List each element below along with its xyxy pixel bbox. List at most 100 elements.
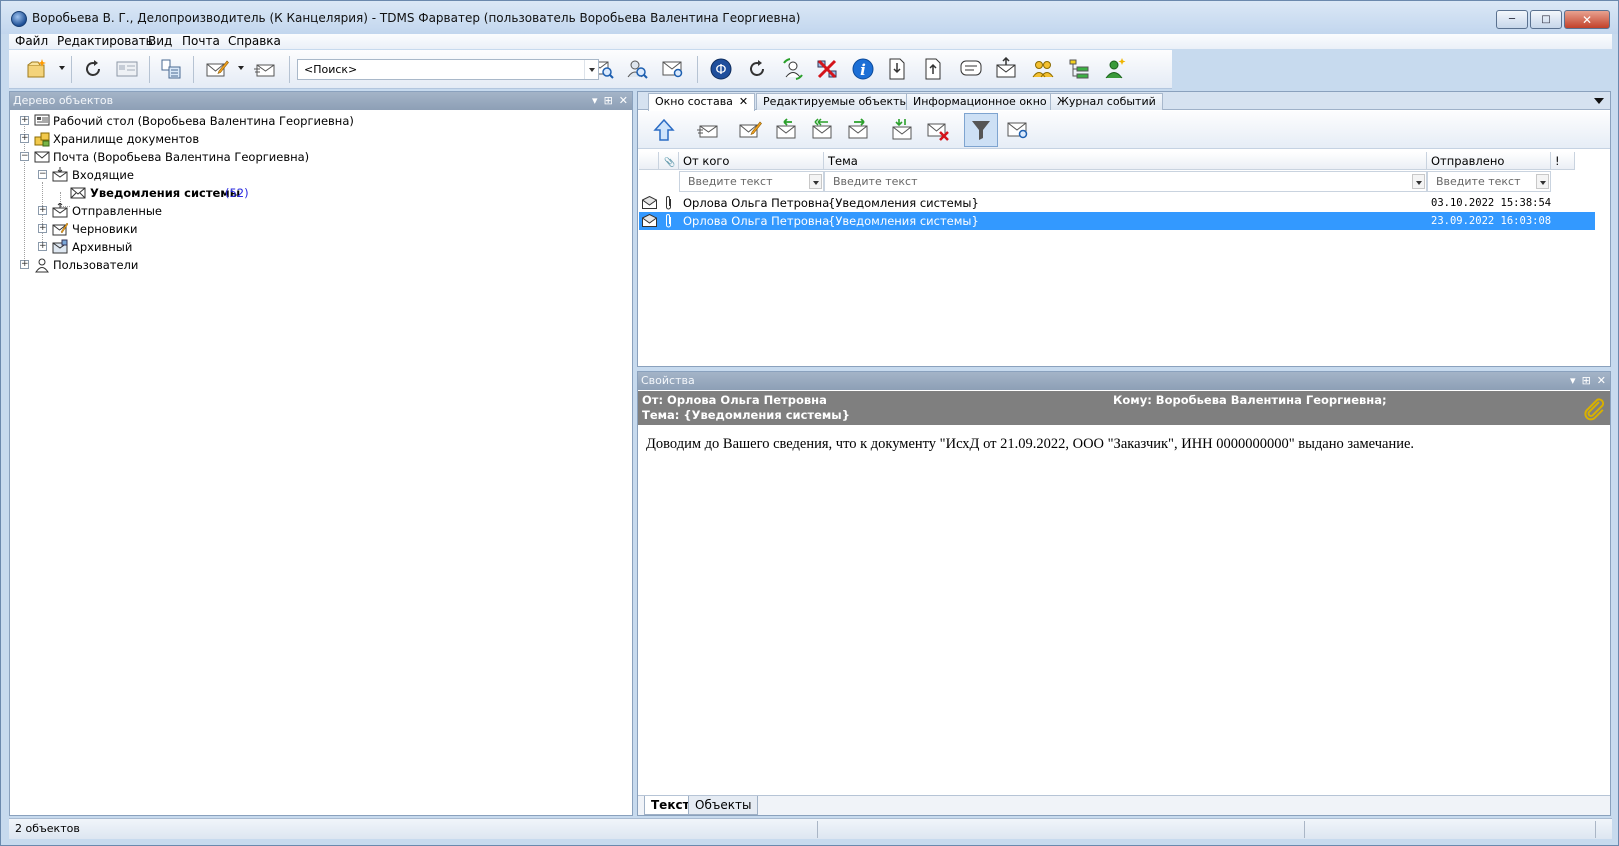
tab-info-window[interactable]: Информационное окно [906,93,1054,110]
close-window-button[interactable]: ✕ [1564,10,1610,29]
column-header-priority[interactable]: ! [1551,152,1575,170]
expand-icon[interactable]: + [38,242,47,251]
tree-item-sent[interactable]: + Отправленные [10,202,610,220]
message-subject: Тема: {Уведомления системы} [642,408,850,422]
column-header-attach[interactable]: 📎 [659,152,679,170]
comment-icon[interactable] [959,57,983,81]
row-subject: {Уведомления системы} [828,196,979,210]
expand-icon[interactable]: + [20,116,29,125]
column-header-from[interactable]: От кого [679,152,824,170]
reply-all-icon[interactable] [810,118,834,142]
mail-filter-icon[interactable] [661,57,685,81]
expand-icon[interactable]: + [20,134,29,143]
compose-icon[interactable] [738,118,762,142]
column-header-icon[interactable] [639,152,659,170]
hierarchy-icon[interactable] [1067,57,1091,81]
compose-mail-icon[interactable] [205,57,229,81]
panel-close-icon[interactable]: ✕ [1597,372,1606,390]
tabs-menu-icon[interactable] [1594,98,1604,104]
mark-read-icon[interactable] [890,118,914,142]
pin-icon[interactable]: ⊞ [1582,372,1591,390]
document-in-icon[interactable] [885,57,909,81]
tab-event-log[interactable]: Журнал событий [1050,93,1163,110]
tab-composition[interactable]: Окно состава ✕ [648,93,756,111]
expand-icon[interactable]: + [38,224,47,233]
tree-item-drafts[interactable]: + Черновики [10,220,610,238]
column-header-sent[interactable]: Отправлено [1427,152,1551,170]
sync-users-icon[interactable] [781,57,805,81]
mail-out-icon[interactable] [995,57,1019,81]
message-body: Доводим до Вашего сведения, что к докуме… [646,436,1415,452]
tree-item-storage[interactable]: + Хранилище документов [10,130,610,148]
column-header-subject[interactable]: Тема [824,152,1427,170]
tree-item-system-notifications[interactable]: Уведомления системы (52) [10,184,610,202]
tree-item-desktop[interactable]: + Рабочий стол (Воробьева Валентина Геор… [10,112,610,130]
filter-sent-input[interactable]: Введите текст [1427,171,1551,192]
new-object-icon[interactable] [25,57,49,81]
table-row-selected[interactable]: Орлова Ольга Петровна {Уведомления систе… [639,212,1595,230]
row-sent: 03.10.2022 15:38:54 [1431,197,1552,209]
user-add-icon[interactable] [1103,57,1127,81]
filter-dropdown-icon[interactable] [809,174,822,189]
menu-edit[interactable]: Редактировать [57,34,153,49]
tree-item-users[interactable]: + Пользователи [10,256,610,274]
farvater-logo-icon[interactable]: Ф [709,57,733,81]
search-dropdown-icon[interactable] [584,60,598,79]
send-mail-icon[interactable] [253,57,277,81]
pin-icon[interactable]: ⊞ [604,92,613,110]
table-row[interactable]: Орлова Ольга Петровна {Уведомления систе… [639,194,1595,212]
desktop-icon [34,114,50,126]
menu-help[interactable]: Справка [228,34,281,49]
minimize-button[interactable]: ─ [1496,10,1528,29]
object-structure-icon[interactable] [159,57,183,81]
svg-text:i: i [860,61,866,79]
tab-objects[interactable]: Объекты [688,796,759,815]
archive-icon [52,239,68,254]
document-out-icon[interactable] [921,57,945,81]
users-group-icon[interactable] [1031,57,1055,81]
status-separator [1595,821,1596,838]
paperclip-icon[interactable] [1582,397,1606,421]
tab-close-icon[interactable]: ✕ [739,95,748,108]
panel-menu-icon[interactable]: ▾ [592,92,598,110]
row-subject: {Уведомления системы} [828,214,979,228]
sent-icon [52,203,68,218]
filter-dropdown-icon[interactable] [1536,174,1549,189]
panel-menu-icon[interactable]: ▾ [1570,372,1576,390]
card-icon[interactable] [115,57,139,81]
delete-mail-icon[interactable] [926,118,950,142]
message-to: Кому: Воробьева Валентина Георгиевна; [1113,393,1387,407]
reply-icon[interactable] [774,118,798,142]
tree-item-archive[interactable]: + Архивный [10,238,610,256]
maximize-button[interactable]: □ [1530,10,1562,29]
refresh-icon[interactable] [81,57,105,81]
compose-dropdown-icon[interactable] [238,66,244,70]
tab-edited-objects[interactable]: Редактируемые объекты [756,93,916,110]
delete-structure-icon[interactable] [815,57,839,81]
panel-close-icon[interactable]: ✕ [619,92,628,110]
send-icon[interactable] [696,118,720,142]
mail-search-icon[interactable] [1006,118,1030,142]
collapse-icon[interactable]: − [20,152,29,161]
filter-placeholder: Введите текст [688,175,773,188]
search-input[interactable]: <Поиск> [297,59,599,80]
menu-mail[interactable]: Почта [182,34,220,49]
column-header-label: ! [1555,154,1560,168]
menu-view[interactable]: Вид [148,34,172,49]
user-search-icon[interactable] [625,57,649,81]
filter-subject-input[interactable]: Введите текст [824,171,1427,192]
tree-item-inbox[interactable]: − Входящие [10,166,610,184]
expand-icon[interactable]: + [38,206,47,215]
filter-from-input[interactable]: Введите текст [679,171,824,192]
forward-icon[interactable] [846,118,870,142]
filter-dropdown-icon[interactable] [1412,174,1425,189]
update-icon[interactable] [745,57,769,81]
info-icon[interactable]: i [851,57,875,81]
up-arrow-icon[interactable] [652,118,676,142]
expand-icon[interactable]: + [20,260,29,269]
filter-toggle-button[interactable] [964,113,998,147]
collapse-icon[interactable]: − [38,170,47,179]
tree-item-mail[interactable]: − Почта (Воробьева Валентина Георгиевна) [10,148,610,166]
new-object-dropdown-icon[interactable] [59,66,65,70]
menu-file[interactable]: Файл [15,34,48,49]
